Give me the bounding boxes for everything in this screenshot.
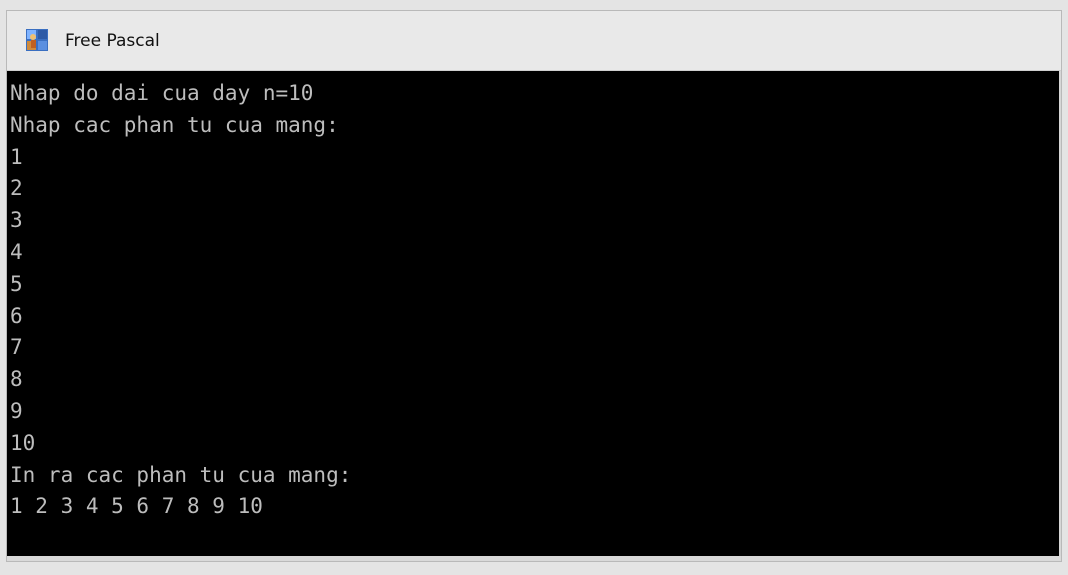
title-bar[interactable]: Free Pascal — [7, 11, 1061, 71]
console-line: 3 — [10, 208, 23, 233]
window-title: Free Pascal — [65, 31, 160, 51]
console-line: 7 — [10, 335, 23, 360]
console-output[interactable]: Nhap do dai cua day n=10 Nhap cac phan tu… — [7, 71, 1059, 558]
app-window: Free Pascal Nhap do dai cua day n=10 Nhap… — [6, 10, 1062, 562]
console-line: Nhap cac phan tu cua mang: — [10, 112, 339, 137]
console-line: In ra cac phan tu cua mang: — [10, 462, 352, 487]
console-line: 1 — [10, 144, 23, 169]
console-line: 4 — [10, 239, 23, 264]
console-line: 5 — [10, 271, 23, 296]
free-pascal-app-icon — [26, 29, 48, 51]
console-line: Nhap do dai cua day n=10 — [10, 81, 314, 105]
console-line: 10 — [10, 430, 36, 455]
console-line: 8 — [10, 367, 23, 392]
console-line: 1 2 3 4 5 6 7 8 9 10 — [10, 494, 263, 519]
window-bottom-border — [7, 556, 1061, 561]
console-line: 2 — [10, 176, 23, 201]
console-line: 6 — [10, 303, 23, 328]
console-lines: Nhap do dai cua day n=10 Nhap cac phan tu… — [10, 78, 351, 523]
console-line: 9 — [10, 398, 23, 423]
